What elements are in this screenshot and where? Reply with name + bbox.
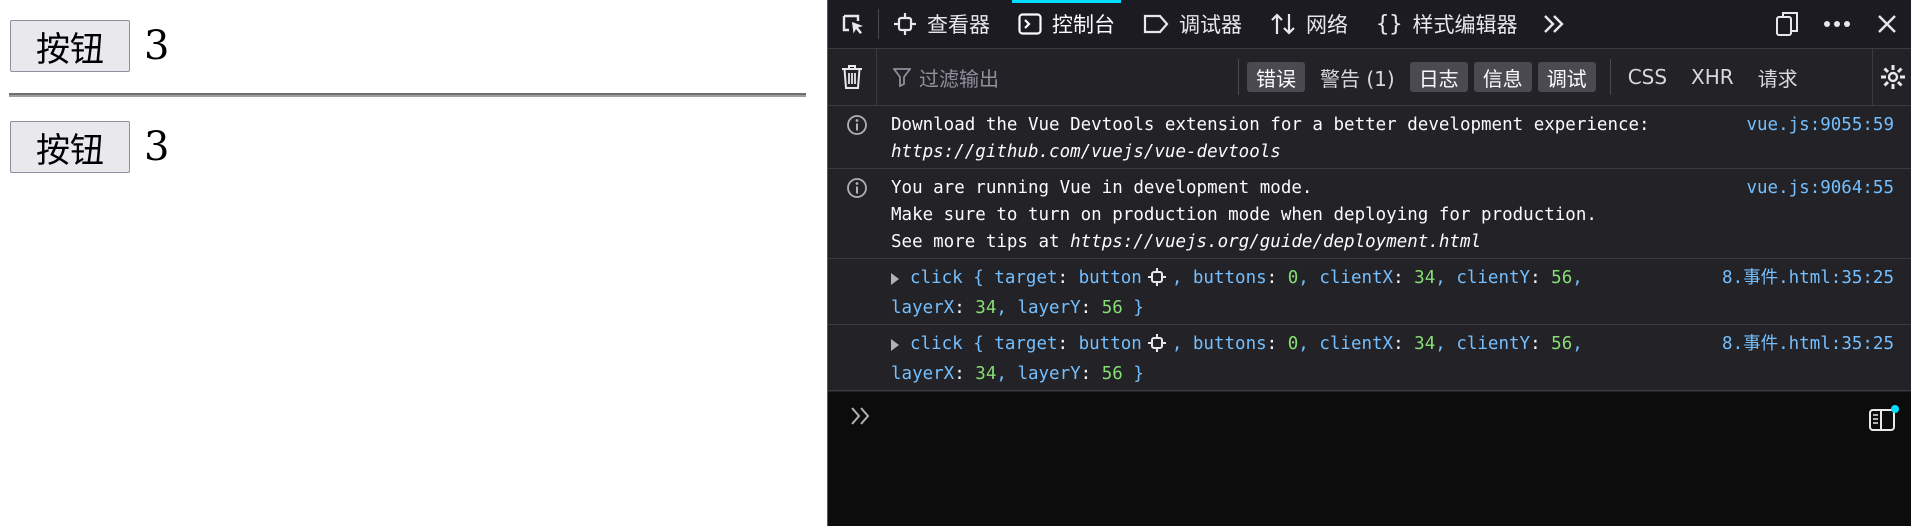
event-buttons: 0 [1287,334,1299,354]
counter-row-1: 按钮 3 [10,20,169,72]
console-icon [1018,12,1042,36]
filter-xhr-toggle[interactable]: XHR [1682,62,1743,92]
console-output: vue.js:9055:59 Download the Vue Devtools… [828,106,1911,392]
expand-triangle-icon[interactable] [891,273,899,285]
event-layery: 56 [1101,364,1123,384]
inspector-icon [893,12,917,36]
trash-icon[interactable] [828,49,876,106]
tab-network[interactable]: 网络 [1256,0,1362,49]
console-message: vue.js:9055:59 Download the Vue Devtools… [828,106,1911,169]
debugger-icon [1143,13,1169,35]
devtools-toolbar: 查看器 控制台 调试器 网络 {} 样式编辑器 [828,0,1911,49]
message-text-prefix: See more tips at [891,232,1071,252]
event-clientx: 34 [1414,334,1436,354]
event-buttons: 0 [1287,268,1299,288]
page-content: 按钮 3 按钮 3 [0,0,827,526]
filter-requests-toggle[interactable]: 请求 [1749,62,1807,92]
event-target: button [1078,334,1142,354]
console-message: 8.事件.html:35:25 click { target: button, … [828,325,1911,391]
filter-info-toggle[interactable]: 信息 [1473,62,1532,92]
message-link[interactable]: https://github.com/vuejs/vue-devtools [891,139,1904,166]
event-object-line-2: layerX: 34, layerY: 56 } [891,298,1144,318]
event-clienty: 56 [1551,334,1573,354]
tab-label: 控制台 [1052,13,1115,37]
filter-separator [1238,59,1239,95]
network-icon [1270,12,1296,36]
counter-row-2: 按钮 3 [10,121,169,173]
event-target: button [1078,268,1142,288]
devtools-panel: 查看器 控制台 调试器 网络 {} 样式编辑器 过滤输出 错误 警告 (1) 日… [827,0,1911,526]
tab-inspector[interactable]: 查看器 [879,0,1004,49]
expand-triangle-icon[interactable] [891,339,899,351]
more-options-icon[interactable] [1812,0,1862,49]
element-node-icon[interactable] [1147,268,1166,295]
message-text: Make sure to turn on production mode whe… [891,205,1597,225]
tab-label: 调试器 [1179,13,1242,37]
filter-output-input[interactable]: 过滤输出 [876,48,1230,106]
filter-separator [1609,59,1611,95]
counter-value-2: 3 [144,124,170,170]
event-type: click [910,334,963,354]
message-source-link[interactable]: vue.js:9055:59 [1746,112,1894,139]
more-tabs-chevron-icon[interactable] [1532,0,1576,49]
tab-label: 网络 [1306,13,1348,37]
event-object-line-2: layerX: 34, layerY: 56 } [891,364,1144,384]
counter-value-1: 3 [144,23,170,69]
toolbar-right-controls [1762,0,1911,49]
event-layery: 56 [1101,298,1123,318]
event-clientx: 34 [1414,268,1436,288]
element-node-icon[interactable] [1147,334,1166,361]
tab-label: 样式编辑器 [1412,13,1518,37]
filter-placeholder: 过滤输出 [919,66,999,91]
event-layerx: 34 [975,364,997,384]
style-editor-icon: {} [1376,11,1403,37]
horizontal-rule [9,93,806,97]
event-object-line[interactable]: click { target: button, buttons: 0, clie… [891,265,1904,295]
console-message: 8.事件.html:35:25 click { target: button, … [828,259,1911,325]
filter-css-toggle[interactable]: CSS [1619,62,1676,92]
event-type: click [910,268,963,288]
filter-errors-toggle[interactable]: 错误 [1247,62,1305,92]
dock-side-icon[interactable] [1762,0,1812,49]
element-picker-icon[interactable] [828,0,878,49]
filter-icon [893,67,911,87]
close-icon[interactable] [1862,0,1911,49]
gear-icon[interactable] [1872,48,1911,106]
tab-style-editor[interactable]: {} 样式编辑器 [1362,0,1532,49]
filter-warnings-toggle[interactable]: 警告 (1) [1311,62,1404,92]
filter-debug-toggle[interactable]: 调试 [1537,62,1596,92]
console-input[interactable] [828,392,1911,526]
event-clienty: 56 [1551,268,1573,288]
button-2[interactable]: 按钮 [10,121,130,173]
info-icon [846,114,868,145]
message-text: See more tips at https://vuejs.org/guide… [891,229,1904,256]
event-layerx: 34 [975,298,997,318]
event-object-line[interactable]: click { target: button, buttons: 0, clie… [891,331,1904,361]
tab-label: 查看器 [927,13,990,37]
console-filter-bar: 过滤输出 错误 警告 (1) 日志 信息 调试 CSS XHR 请求 [828,48,1911,106]
message-link[interactable]: https://vuejs.org/guide/deployment.html [1070,232,1481,252]
button-1[interactable]: 按钮 [10,20,130,72]
console-message: vue.js:9064:55 You are running Vue in de… [828,169,1911,259]
filter-logs-toggle[interactable]: 日志 [1409,62,1468,92]
sidebar-toggle-icon[interactable] [1868,404,1900,436]
message-source-link[interactable]: vue.js:9064:55 [1746,175,1894,202]
tab-debugger[interactable]: 调试器 [1129,0,1256,49]
info-icon [846,177,868,208]
prompt-chevron-icon [850,406,872,430]
tab-console[interactable]: 控制台 [1004,0,1129,49]
